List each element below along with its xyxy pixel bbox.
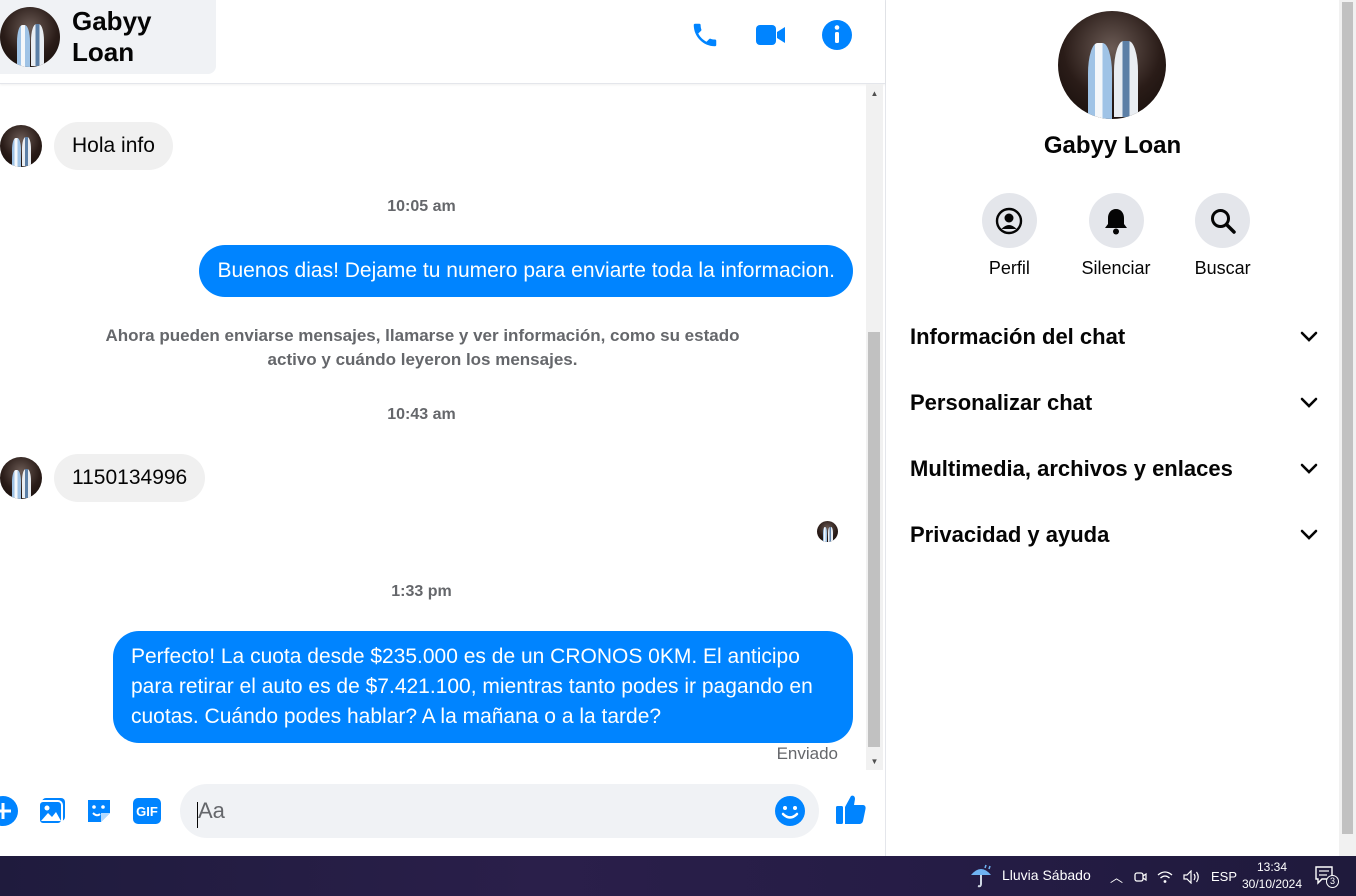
emoji-button[interactable] <box>773 794 807 828</box>
conversation-info-button[interactable] <box>819 14 855 56</box>
clock-date: 30/10/2024 <box>1241 877 1303 891</box>
page-scrollbar[interactable] <box>1339 0 1356 856</box>
message-row-outgoing: Perfecto! La cuota desde $235.000 es de … <box>113 631 853 743</box>
contact-avatar <box>0 7 60 67</box>
chat-header: Gabyy Loan <box>0 0 885 84</box>
panel-avatar[interactable] <box>1058 11 1166 119</box>
weather-widget[interactable]: Lluvia Sábado <box>968 862 1091 888</box>
more-actions-button[interactable] <box>0 794 20 828</box>
chat-window: Gabyy Loan Hola info 10:05 am Buenos dia… <box>0 0 886 856</box>
search-label: Buscar <box>1194 258 1251 278</box>
language-indicator[interactable]: ESP <box>1211 869 1237 884</box>
sticker-icon <box>88 800 110 822</box>
message-timestamp: 1:33 pm <box>391 583 452 600</box>
sender-avatar <box>0 457 42 499</box>
conversation-info-panel: Gabyy Loan Perfil Silenciar Buscar Infor… <box>886 0 1339 856</box>
section-title: Personalizar chat <box>910 390 1093 415</box>
message-row-outgoing: Buenos dias! Dejame tu numero para envia… <box>199 245 853 297</box>
emoji-icon <box>775 796 805 826</box>
sender-avatar <box>0 125 42 167</box>
section-chat-info[interactable]: Información del chat <box>910 312 1318 362</box>
section-title: Privacidad y ayuda <box>910 522 1110 547</box>
info-icon <box>822 20 852 50</box>
contact-name: Gabyy Loan <box>72 6 152 67</box>
incoming-message[interactable]: Hola info <box>54 122 173 170</box>
gif-icon: GIF <box>133 798 161 824</box>
section-privacy-help[interactable]: Privacidad y ayuda <box>910 510 1318 560</box>
plus-icon <box>0 796 18 826</box>
profile-icon <box>996 207 1023 234</box>
thumbs-up-icon <box>836 795 866 824</box>
section-title: Información del chat <box>910 324 1126 349</box>
taskbar-clock[interactable]: 13:34 30/10/2024 <box>1238 859 1306 893</box>
bell-icon <box>1105 208 1127 234</box>
chevron-down-icon <box>1300 397 1318 408</box>
sent-status: Enviado <box>776 744 838 763</box>
scroll-thumb[interactable] <box>868 332 880 747</box>
scroll-up-arrow[interactable]: ▲ <box>866 86 883 100</box>
message-input[interactable] <box>198 784 758 838</box>
video-call-button[interactable] <box>753 14 789 56</box>
read-receipt-avatar <box>817 521 838 542</box>
outgoing-message[interactable]: Perfecto! La cuota desde $235.000 es de … <box>113 631 853 743</box>
section-media-files-links[interactable]: Multimedia, archivos y enlaces <box>910 444 1318 494</box>
section-customize-chat[interactable]: Personalizar chat <box>910 378 1318 428</box>
chevron-down-icon <box>1300 529 1318 540</box>
chevron-down-icon <box>1300 463 1318 474</box>
mute-button[interactable]: Silenciar <box>1063 193 1170 279</box>
gif-button[interactable]: GIF <box>130 794 164 828</box>
clock-time: 13:34 <box>1256 860 1288 874</box>
video-call-icon <box>756 25 785 45</box>
message-timestamp: 10:43 am <box>387 406 456 423</box>
umbrella-rain-icon <box>971 864 991 888</box>
voice-call-button[interactable] <box>687 14 723 56</box>
contact-header-button[interactable]: Gabyy Loan <box>0 0 216 74</box>
search-button[interactable]: Buscar <box>1169 193 1276 279</box>
chevron-up-icon[interactable]: ︿ <box>1110 867 1123 886</box>
volume-icon[interactable] <box>1183 869 1201 884</box>
section-title: Multimedia, archivos y enlaces <box>910 456 1233 481</box>
chevron-down-icon <box>1300 331 1318 342</box>
scroll-down-arrow[interactable]: ▼ <box>866 754 883 768</box>
message-row-incoming: 1150134996 <box>0 454 206 502</box>
text-caret <box>197 802 198 828</box>
mute-label: Silenciar <box>1081 258 1151 278</box>
profile-label: Perfil <box>988 258 1030 278</box>
search-icon <box>1210 208 1236 234</box>
windows-taskbar: Lluvia Sábado ︿ ESP 13:34 30/10/2024 3 <box>0 856 1356 896</box>
attach-photo-button[interactable] <box>35 794 69 828</box>
phone-icon <box>693 23 717 47</box>
profile-button[interactable]: Perfil <box>956 193 1063 279</box>
like-button[interactable] <box>834 792 868 826</box>
svg-text:GIF: GIF <box>136 804 158 819</box>
message-scrollbar[interactable]: ▲ ▼ <box>866 84 883 770</box>
message-list[interactable]: Hola info 10:05 am Buenos dias! Dejame t… <box>0 84 866 770</box>
page-scroll-thumb[interactable] <box>1342 2 1353 834</box>
outgoing-message[interactable]: Buenos dias! Dejame tu numero para envia… <box>199 245 853 297</box>
meet-icon[interactable] <box>1133 870 1147 884</box>
wifi-icon[interactable] <box>1157 870 1173 884</box>
notification-count: 3 <box>1326 875 1339 888</box>
message-row-incoming: Hola info <box>0 122 173 170</box>
message-timestamp: 10:05 am <box>387 198 456 215</box>
image-icon <box>38 798 65 825</box>
notifications-button[interactable]: 3 <box>1314 865 1339 888</box>
weather-text: Lluvia Sábado <box>1002 867 1091 883</box>
message-composer: GIF <box>0 770 885 856</box>
sticker-button[interactable] <box>82 794 116 828</box>
panel-contact-name: Gabyy Loan <box>1043 132 1182 159</box>
message-input-box[interactable] <box>180 784 819 838</box>
connection-notice: Ahora pueden enviarse mensajes, llamarse… <box>105 326 740 369</box>
incoming-message[interactable]: 1150134996 <box>54 454 206 502</box>
